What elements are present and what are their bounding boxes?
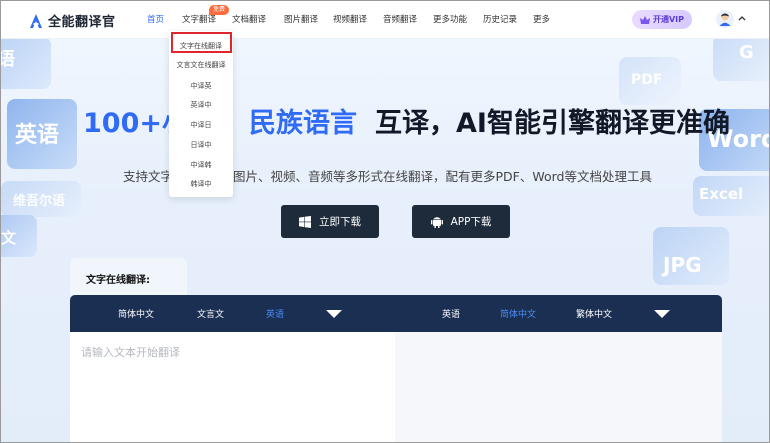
app-title: 全能翻译官 xyxy=(48,15,116,30)
download-button[interactable]: 立即下载 xyxy=(281,205,379,238)
dropdown-item-en-zh[interactable]: 英译中 xyxy=(169,100,233,110)
nav-image-translate[interactable]: 图片翻译 xyxy=(284,1,318,39)
source-lang-classical-chinese[interactable]: 文言文 xyxy=(197,307,224,320)
deco-right-1: G xyxy=(713,35,769,81)
nav-document-translate[interactable]: 文档翻译 xyxy=(232,1,266,39)
translation-output xyxy=(395,332,722,442)
android-icon xyxy=(430,217,443,228)
source-text-placeholder: 请输入文本开始翻译 xyxy=(81,346,180,359)
source-lang-simplified-chinese[interactable]: 简体中文 xyxy=(118,307,154,320)
text-translate-dropdown: 文字在线翻译 文言文在线翻译 中译英 英译中 中译日 日译中 中译韩 韩译中 xyxy=(169,31,233,197)
chevron-up-icon[interactable] xyxy=(738,15,746,21)
deco-left-1: 语 xyxy=(1,37,51,89)
crown-icon xyxy=(639,15,650,24)
language-bar: 简体中文 文言文 英语 英语 简体中文 繁体中文 xyxy=(70,295,722,332)
hero-subtitle-right: 图片、视频、音频等多形式在线翻译，配有更多PDF、Word等文档处理工具 xyxy=(233,169,652,184)
translator-section-label: 文字在线翻译: xyxy=(86,275,150,286)
target-lang-traditional-chinese[interactable]: 繁体中文 xyxy=(576,307,612,320)
target-lang-dropdown-icon[interactable] xyxy=(654,310,670,318)
nav-more[interactable]: 更多 xyxy=(533,1,550,39)
nav-home[interactable]: 首页 xyxy=(147,1,164,39)
logo[interactable]: 全能翻译官 xyxy=(29,11,116,30)
dropdown-item-ja-zh[interactable]: 日译中 xyxy=(169,140,233,150)
vip-label: 开通VIP xyxy=(652,15,685,24)
page: 语 英语 维吾尔语 文 G PDF Word Excel JPG 全能翻译官 首… xyxy=(0,0,770,443)
dropdown-item-zh-en[interactable]: 中译英 xyxy=(169,81,233,91)
dropdown-item-classical-chinese[interactable]: 文言文在线翻译 xyxy=(169,60,233,70)
hero-title-part2: 民族语言 xyxy=(249,108,357,139)
app-download-button[interactable]: APP下载 xyxy=(412,205,510,238)
deco-right-5: JPG xyxy=(653,227,729,285)
dropdown-item-ko-zh[interactable]: 韩译中 xyxy=(169,179,233,189)
avatar-icon[interactable] xyxy=(716,10,734,28)
target-lang-english[interactable]: 英语 xyxy=(442,307,460,320)
app-logo-icon xyxy=(30,13,42,28)
hero-subtitle-left: 支持文字 xyxy=(123,169,174,184)
vip-button[interactable]: 开通VIP xyxy=(632,10,692,29)
hero-title-part3: 互译，AI智能引擎翻译更准确 xyxy=(375,108,730,139)
source-lang-english[interactable]: 英语 xyxy=(266,307,284,320)
deco-right-4: Excel xyxy=(693,176,769,216)
source-lang-dropdown-icon[interactable] xyxy=(326,310,342,318)
deco-left-3: 维吾尔语 xyxy=(1,181,81,217)
translator-section-tab: 文字在线翻译: xyxy=(70,258,187,295)
highlight-box xyxy=(171,32,232,53)
download-button-label: 立即下载 xyxy=(319,216,361,228)
dropdown-item-zh-ja[interactable]: 中译日 xyxy=(169,120,233,130)
nav-more-features[interactable]: 更多功能 xyxy=(433,1,467,39)
source-text-input[interactable]: 请输入文本开始翻译 xyxy=(70,332,395,442)
top-header: 全能翻译官 首页 文字翻译 文档翻译 图片翻译 视频翻译 音频翻译 更多功能 历… xyxy=(1,1,769,39)
deco-right-2: PDF xyxy=(619,57,681,105)
deco-left-2: 英语 xyxy=(7,99,77,169)
nav-video-translate[interactable]: 视频翻译 xyxy=(333,1,367,39)
dropdown-item-zh-ko[interactable]: 中译韩 xyxy=(169,160,233,170)
deco-left-4: 文 xyxy=(1,215,37,257)
windows-icon xyxy=(299,215,311,228)
target-lang-simplified-chinese[interactable]: 简体中文 xyxy=(500,307,536,320)
nav-history[interactable]: 历史记录 xyxy=(483,1,517,39)
app-download-button-label: APP下载 xyxy=(450,216,492,228)
nav-audio-translate[interactable]: 音频翻译 xyxy=(383,1,417,39)
free-badge: 免费 xyxy=(209,5,230,15)
